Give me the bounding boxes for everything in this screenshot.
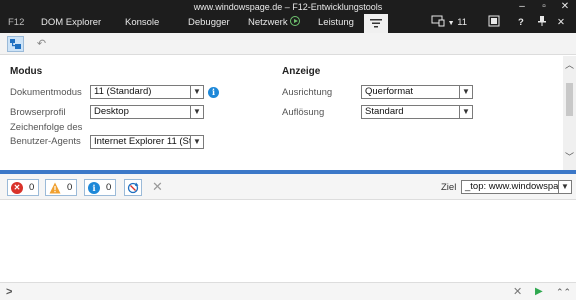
window-close-icon[interactable]: ✕ — [555, 0, 575, 14]
document-mode-value: 11 (Standard) — [94, 86, 152, 97]
tool-tabbar: F12 DOM Explorer Konsole Debugger Netzwe… — [0, 14, 576, 33]
resolution-select[interactable]: Standard ▼ — [361, 105, 473, 119]
tab-network[interactable]: Netzwerk — [244, 14, 304, 33]
restore-icon[interactable]: ▫ — [534, 0, 554, 14]
pin-glyph — [538, 16, 546, 26]
refresh-clear-icon — [127, 182, 139, 194]
f12-label: F12 — [8, 17, 25, 28]
chevron-down-icon: ▼ — [459, 86, 472, 98]
user-agent-select[interactable]: Internet Explorer 11 (Standard) ▼ — [90, 135, 204, 149]
browser-profile-label: Browserprofil — [10, 107, 66, 118]
info-icon[interactable]: i — [208, 87, 219, 98]
document-mode-select[interactable]: 11 (Standard) ▼ — [90, 85, 204, 99]
target-select[interactable]: _top: www.windowspage.de ▼ — [461, 180, 572, 194]
emulation-dropdown-icon: ▼ — [447, 20, 455, 27]
errors-count: 0 — [29, 182, 35, 193]
clear-console-icon[interactable]: ✕ — [152, 179, 163, 195]
chevron-down-icon: ▼ — [190, 86, 203, 98]
errors-filter-button[interactable]: ✕ 0 — [7, 179, 39, 196]
user-agent-value: Internet Explorer 11 (Standard) — [94, 136, 203, 147]
dock-icon — [488, 15, 500, 27]
tab-console[interactable]: Konsole — [121, 14, 163, 33]
scroll-up-icon[interactable]: ︿ — [563, 60, 576, 70]
play-icon — [289, 16, 300, 26]
scroll-thumb[interactable] — [566, 83, 573, 116]
undo-icon[interactable]: ↶ — [33, 36, 50, 52]
browser-profile-value: Desktop — [94, 106, 129, 117]
pin-icon[interactable] — [533, 14, 551, 33]
chevron-down-icon: ▼ — [459, 106, 472, 118]
tab-network-label: Netzwerk — [248, 17, 288, 28]
chevron-down-icon: ▼ — [190, 106, 203, 118]
orientation-label: Ausrichtung — [282, 87, 333, 98]
run-icon[interactable]: ▶ — [535, 285, 543, 299]
tab-performance[interactable]: Leistung — [314, 14, 358, 33]
target-label: Ziel — [441, 182, 457, 193]
orientation-select[interactable]: Querformat ▼ — [361, 85, 473, 99]
chevron-down-icon: ▼ — [558, 181, 571, 193]
console-input-bar: > ✕ ▶ ⌃⌃ — [0, 282, 576, 300]
tab-emulation-menu[interactable] — [364, 14, 388, 33]
messages-count: 0 — [106, 182, 112, 193]
dock-button[interactable] — [484, 14, 504, 33]
scroll-down-icon[interactable]: ﹀ — [563, 152, 576, 162]
tab-debugger[interactable]: Debugger — [184, 14, 234, 33]
emulation-panel: Modus Dokumentmodus 11 (Standard) ▼ i Br… — [0, 56, 563, 170]
persist-emulation-button[interactable] — [7, 36, 24, 52]
panel-scrollbar[interactable]: ︿ ﹀ — [563, 56, 576, 170]
window-title: www.windowspage.de – F12-Entwicklungstoo… — [193, 2, 383, 12]
clear-input-icon[interactable]: ✕ — [513, 285, 522, 299]
persist-icon — [10, 39, 21, 49]
clear-on-navigate-button[interactable] — [124, 179, 142, 196]
error-icon: ✕ — [11, 182, 23, 194]
screen-icon — [431, 15, 445, 27]
modus-heading: Modus — [10, 66, 43, 77]
emulation-toolbar: ↶ — [0, 33, 576, 55]
hamburger-icon — [370, 19, 382, 28]
console-input[interactable] — [18, 285, 498, 299]
help-icon[interactable]: ? — [514, 14, 528, 33]
resolution-value: Standard — [365, 106, 404, 117]
anzeige-heading: Anzeige — [282, 66, 321, 77]
console-prompt: > — [6, 286, 13, 298]
messages-filter-button[interactable]: i 0 — [84, 179, 116, 196]
tab-dom-explorer[interactable]: DOM Explorer — [37, 14, 105, 33]
user-agent-label-line1: Zeichenfolge des — [10, 122, 83, 133]
warning-icon — [49, 182, 61, 194]
close-icon[interactable]: ✕ — [553, 14, 569, 33]
minimize-icon[interactable]: – — [512, 0, 532, 14]
info-message-icon: i — [88, 182, 100, 194]
chevron-down-icon: ▼ — [190, 136, 203, 148]
expand-input-icon[interactable]: ⌃⌃ — [556, 285, 571, 299]
console-output — [0, 200, 576, 282]
user-agent-label-line2: Benutzer-Agents — [10, 136, 81, 147]
orientation-value: Querformat — [365, 86, 414, 97]
emulation-indicator[interactable]: ▼ 11 — [427, 14, 471, 33]
warnings-filter-button[interactable]: 0 — [45, 179, 77, 196]
browser-profile-select[interactable]: Desktop ▼ — [90, 105, 204, 119]
warnings-count: 0 — [67, 182, 73, 193]
target-value: _top: www.windowspage.de — [465, 181, 572, 192]
emulation-count: 11 — [457, 17, 468, 28]
resolution-label: Auflösung — [282, 107, 325, 118]
console-toolbar: ✕ 0 0 i 0 ✕ _top: www.windowspage.de ▼ — [0, 174, 576, 200]
window-titlebar: www.windowspage.de – F12-Entwicklungstoo… — [0, 0, 576, 14]
document-mode-label: Dokumentmodus — [10, 87, 82, 98]
